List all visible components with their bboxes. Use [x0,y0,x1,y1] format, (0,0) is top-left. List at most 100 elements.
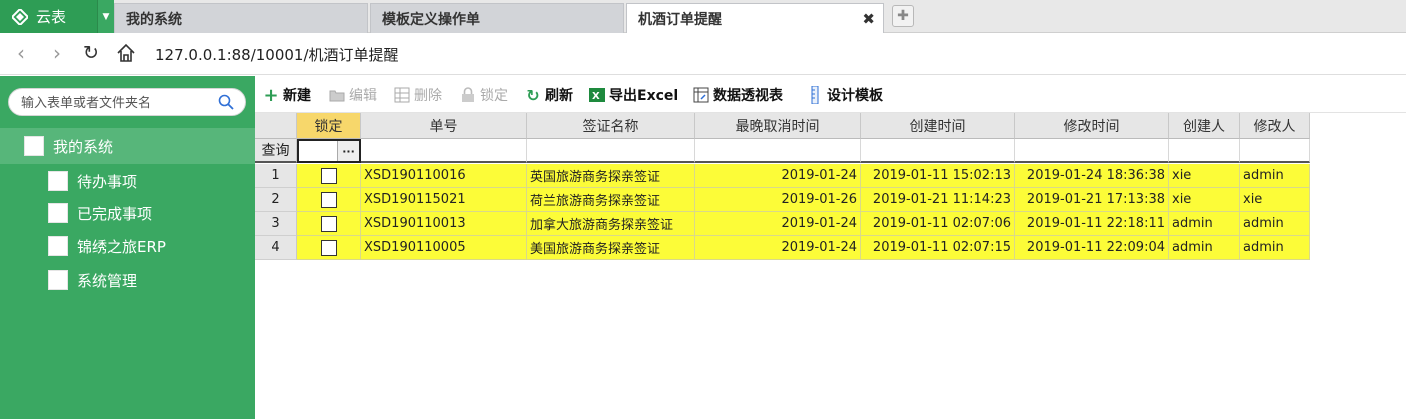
row-number[interactable]: 1 [255,164,297,188]
app-menu-dropdown-icon[interactable]: ▼ [97,0,114,33]
column-header-order-no[interactable]: 单号 [361,113,527,139]
sidebar-item-erp[interactable]: 锦绣之旅ERP [48,231,166,261]
folder-edit-icon [329,87,345,103]
edit-button[interactable]: 编辑 [329,85,377,105]
url-text[interactable]: 127.0.0.1:88/10001/机酒订单提醒 [155,44,399,65]
modifier-cell[interactable]: xie [1240,188,1310,212]
refresh-button-label: 刷新 [545,88,573,104]
home-icon[interactable] [115,42,137,64]
tab-my-system[interactable]: 我的系统 [114,3,368,33]
modified-time-cell[interactable]: 2019-01-11 22:09:04 [1015,236,1169,260]
forward-arrow-icon[interactable]: › [46,41,68,65]
order-no-cell[interactable]: XSD190115021 [361,188,527,212]
cancel-time-cell[interactable]: 2019-01-24 [695,212,861,236]
row-number[interactable]: 4 [255,236,297,260]
column-header-created-time[interactable]: 创建时间 [861,113,1015,139]
pivot-table-icon [693,87,709,103]
created-time-cell[interactable]: 2019-01-21 11:14:23 [861,188,1015,212]
creator-cell[interactable]: admin [1169,212,1240,236]
folder-box-icon [48,203,68,223]
folder-box-icon [48,270,68,290]
design-template-button[interactable]: 设计模板 [807,85,883,105]
lock-checkbox[interactable] [320,191,337,208]
pivot-table-button[interactable]: 数据透视表 [693,85,783,105]
query-filter-order-no[interactable] [361,139,527,163]
row-number[interactable]: 2 [255,188,297,212]
sidebar-item-todo[interactable]: 待办事项 [48,166,137,196]
order-no-cell[interactable]: XSD190110016 [361,164,527,188]
lock-checkbox[interactable] [320,215,337,232]
folder-box-icon [24,136,44,156]
lock-checkbox-cell[interactable] [297,188,361,212]
search-input[interactable] [21,93,211,113]
lock-checkbox-cell[interactable] [297,212,361,236]
cancel-time-cell[interactable]: 2019-01-26 [695,188,861,212]
created-time-cell[interactable]: 2019-01-11 15:02:13 [861,164,1015,188]
tab-order-reminder[interactable]: 机酒订单提醒 ✖ [626,3,884,34]
visa-name-cell[interactable]: 荷兰旅游商务探亲签证 [527,188,695,212]
order-no-cell[interactable]: XSD190110013 [361,212,527,236]
created-time-cell[interactable]: 2019-01-11 02:07:15 [861,236,1015,260]
sidebar-item-label: 待办事项 [77,172,138,191]
lock-icon [460,87,476,103]
ellipsis-icon[interactable]: ··· [337,141,359,161]
lock-button[interactable]: 锁定 [460,85,508,105]
order-no-cell[interactable]: XSD190110005 [361,236,527,260]
column-header-visa-name[interactable]: 签证名称 [527,113,695,139]
modified-time-cell[interactable]: 2019-01-24 18:36:38 [1015,164,1169,188]
modified-time-cell[interactable]: 2019-01-21 17:13:38 [1015,188,1169,212]
tab-bar: 云表 ▼ 我的系统 模板定义操作单 机酒订单提醒 ✖ ✚ [0,0,1406,34]
column-header-lock[interactable]: 锁定 [297,113,361,139]
column-header-creator[interactable]: 创建人 [1169,113,1240,139]
sidebar-item-my-system[interactable]: 我的系统 [0,128,255,164]
back-arrow-icon[interactable]: ‹ [10,41,32,65]
visa-name-cell[interactable]: 英国旅游商务探亲签证 [527,164,695,188]
created-time-cell[interactable]: 2019-01-11 02:07:06 [861,212,1015,236]
ruler-icon [807,86,823,104]
modifier-cell[interactable]: admin [1240,236,1310,260]
lock-checkbox[interactable] [320,167,337,184]
export-excel-button[interactable]: X 导出Excel [589,85,678,105]
tab-template-definition[interactable]: 模板定义操作单 [370,3,624,33]
folder-box-icon [48,171,68,191]
query-filter-cancel-time[interactable] [695,139,861,163]
query-filter-modifier[interactable] [1240,139,1310,163]
creator-cell[interactable]: admin [1169,236,1240,260]
query-filter-visa-name[interactable] [527,139,695,163]
query-filter-created-time[interactable] [861,139,1015,163]
new-tab-plus-icon[interactable]: ✚ [892,5,914,27]
delete-button[interactable]: 删除 [394,85,442,105]
creator-cell[interactable]: xie [1169,164,1240,188]
lock-checkbox-cell[interactable] [297,164,361,188]
tab-label: 我的系统 [126,11,182,28]
logo-diamond-icon [10,7,30,26]
search-icon[interactable] [217,93,235,111]
sidebar-search [8,88,246,116]
column-header-cancel-time[interactable]: 最晚取消时间 [695,113,861,139]
query-filter-modified-time[interactable] [1015,139,1169,163]
lock-checkbox[interactable] [320,239,337,256]
modifier-cell[interactable]: admin [1240,164,1310,188]
query-lock-filter[interactable]: ··· [297,139,361,163]
cancel-time-cell[interactable]: 2019-01-24 [695,236,861,260]
visa-name-cell[interactable]: 美国旅游商务探亲签证 [527,236,695,260]
refresh-button[interactable]: ↻ 刷新 [525,85,573,105]
lock-checkbox-cell[interactable] [297,236,361,260]
new-button[interactable]: + 新建 [263,85,311,106]
reload-icon[interactable]: ↻ [80,42,102,64]
column-header-modified-time[interactable]: 修改时间 [1015,113,1169,139]
app-logo[interactable]: 云表 [0,0,97,33]
cancel-time-cell[interactable]: 2019-01-24 [695,164,861,188]
column-header-modifier[interactable]: 修改人 [1240,113,1310,139]
design-template-label: 设计模板 [827,88,883,104]
visa-name-cell[interactable]: 加拿大旅游商务探亲签证 [527,212,695,236]
sidebar-item-done[interactable]: 已完成事项 [48,198,152,228]
query-filter-creator[interactable] [1169,139,1240,163]
row-number[interactable]: 3 [255,212,297,236]
close-tab-icon[interactable]: ✖ [862,10,875,28]
modifier-cell[interactable]: admin [1240,212,1310,236]
app-logo-text: 云表 [36,8,67,26]
creator-cell[interactable]: xie [1169,188,1240,212]
sidebar-item-system-admin[interactable]: 系统管理 [48,265,137,295]
modified-time-cell[interactable]: 2019-01-11 22:18:11 [1015,212,1169,236]
